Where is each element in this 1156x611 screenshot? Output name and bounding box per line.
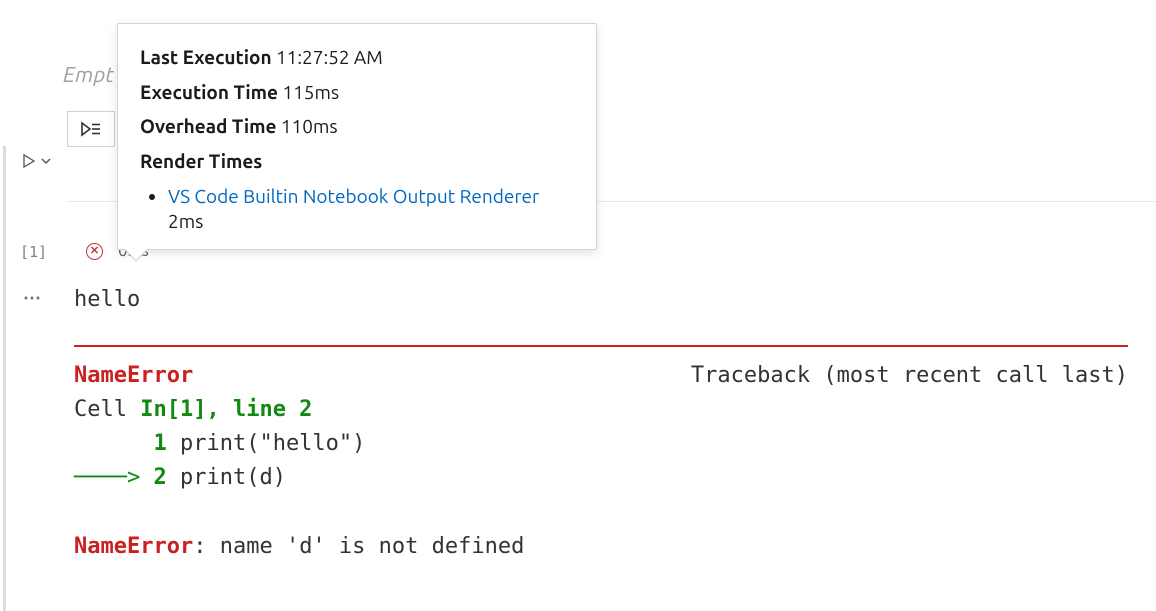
toggle-line-by-line-button[interactable] [67,111,115,147]
error-divider [74,345,1128,347]
tt-label-2: Overhead Time [140,115,276,137]
stdout-text: hello [74,283,1128,317]
traceback-header: Traceback (most recent call last) [691,359,1128,393]
step-icon [80,121,102,137]
cell-output: hello NameError Traceback (most recent c… [74,283,1128,564]
output-more-actions[interactable]: ⋯ [23,288,43,309]
run-cell-button[interactable] [18,150,40,172]
tb-lineno-2: 2 [153,465,166,490]
cell-label-prefix: Cell [74,397,140,422]
arrow-icon: ────> [74,465,153,490]
cell-focus-bar [3,146,6,611]
cell-line-label: , line 2 [206,397,312,422]
error-class: NameError [74,359,193,393]
tt-render-label: Render Times [140,150,262,172]
run-dropdown-chevron[interactable] [40,154,52,170]
play-icon [21,153,37,169]
renderer-link[interactable]: VS Code Builtin Notebook Output Renderer [168,185,539,207]
renderer-time: 2ms [168,210,203,232]
execution-count: [1] [20,243,47,261]
cell-in-label: In[1] [140,397,206,422]
chevron-down-icon [40,155,52,167]
final-error-class: NameError [74,534,193,559]
tt-label-0: Last Execution [140,46,272,68]
tb-lineno-1: 1 [153,431,166,456]
tt-val-0: 11:27:52 AM [276,46,383,68]
final-error-sep: : [193,534,220,559]
tt-val-1: 115ms [282,81,339,103]
tb-code-1: print("hello") [167,431,366,456]
error-status-icon[interactable]: ✕ [86,243,103,260]
execution-timing-tooltip: Last Execution 11:27:52 AM Execution Tim… [117,23,597,250]
final-error-msg: name 'd' is not defined [220,534,525,559]
tt-val-2: 110ms [281,115,338,137]
tb-code-2: print(d) [167,465,286,490]
tt-label-1: Execution Time [140,81,278,103]
